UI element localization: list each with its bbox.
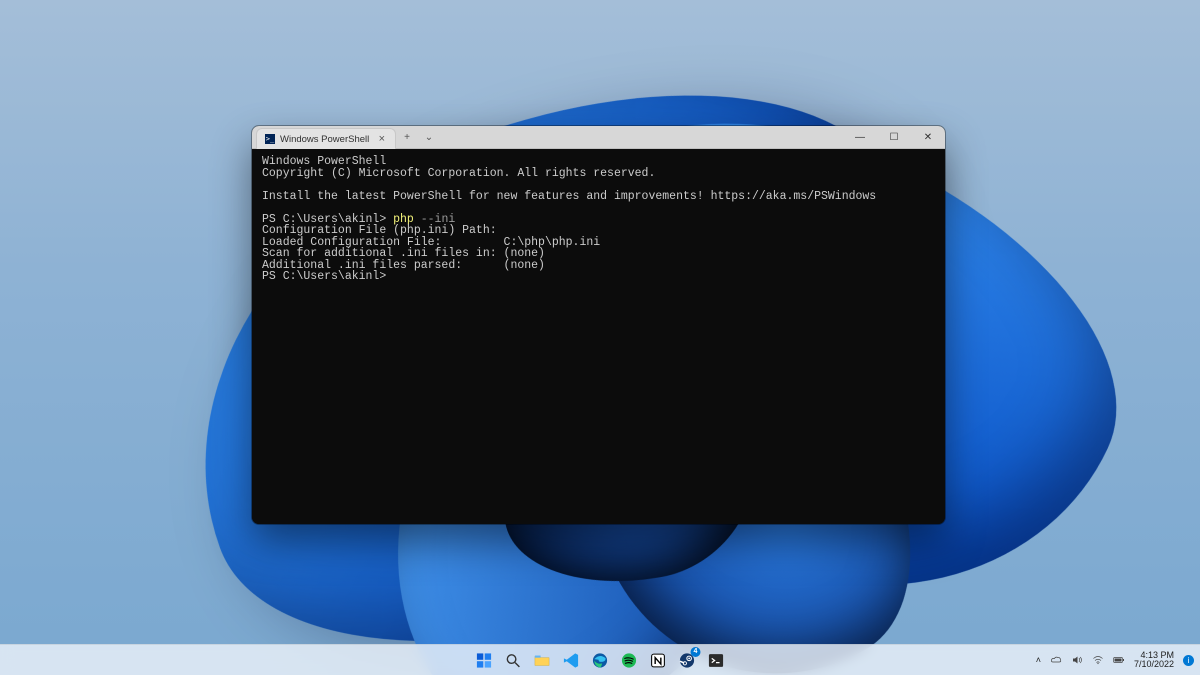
terminal-icon [708, 652, 725, 669]
tab-title: Windows PowerShell [280, 134, 372, 145]
search-icon [505, 652, 522, 669]
onedrive-icon[interactable] [1050, 654, 1062, 666]
battery-icon[interactable] [1113, 654, 1125, 666]
steam-button[interactable]: 4 [675, 648, 700, 673]
volume-icon[interactable] [1071, 654, 1083, 666]
terminal-line: Copyright (C) Microsoft Corporation. All… [262, 167, 655, 180]
tab-dropdown-button[interactable]: ⌄ [418, 126, 440, 148]
clock[interactable]: 4:13 PM 7/10/2022 [1134, 651, 1174, 670]
edge-button[interactable] [588, 648, 613, 673]
notion-icon [650, 652, 667, 669]
new-tab-button[interactable]: + [396, 126, 418, 148]
search-button[interactable] [501, 648, 526, 673]
notification-badge[interactable]: i [1183, 655, 1194, 666]
system-tray: ˄ 4:13 PM 7/10/2022 i [1036, 651, 1194, 670]
spotify-icon [621, 652, 638, 669]
close-button[interactable]: ✕ [911, 126, 945, 148]
taskbar: 4 ˄ 4:13 PM 7/10/2022 i [0, 644, 1200, 675]
file-explorer-button[interactable] [530, 648, 555, 673]
notion-button[interactable] [646, 648, 671, 673]
steam-badge: 4 [691, 647, 701, 657]
terminal-button[interactable] [704, 648, 729, 673]
tab-powershell[interactable]: >_ Windows PowerShell × [256, 128, 396, 149]
terminal-prompt: PS C:\Users\akinl> [262, 270, 386, 283]
maximize-button[interactable]: ☐ [877, 126, 911, 148]
tray-overflow-button[interactable]: ˄ [1036, 655, 1041, 665]
file-explorer-icon [534, 652, 551, 669]
taskbar-center: 4 [472, 648, 729, 673]
window-titlebar[interactable]: >_ Windows PowerShell × + ⌄ — ☐ ✕ [252, 126, 945, 149]
terminal-line: Install the latest PowerShell for new fe… [262, 190, 876, 203]
minimize-button[interactable]: — [843, 126, 877, 148]
spotify-button[interactable] [617, 648, 642, 673]
terminal-output[interactable]: Windows PowerShell Copyright (C) Microso… [252, 149, 945, 524]
start-icon [476, 652, 493, 669]
powershell-icon: >_ [265, 134, 275, 144]
clock-date: 7/10/2022 [1134, 660, 1174, 669]
tab-close-button[interactable]: × [377, 133, 387, 145]
edge-icon [592, 652, 609, 669]
wifi-icon[interactable] [1092, 654, 1104, 666]
powershell-window: >_ Windows PowerShell × + ⌄ — ☐ ✕ Window… [252, 126, 945, 524]
vscode-button[interactable] [559, 648, 584, 673]
window-controls: — ☐ ✕ [843, 126, 945, 148]
start-button[interactable] [472, 648, 497, 673]
vscode-icon [563, 652, 580, 669]
